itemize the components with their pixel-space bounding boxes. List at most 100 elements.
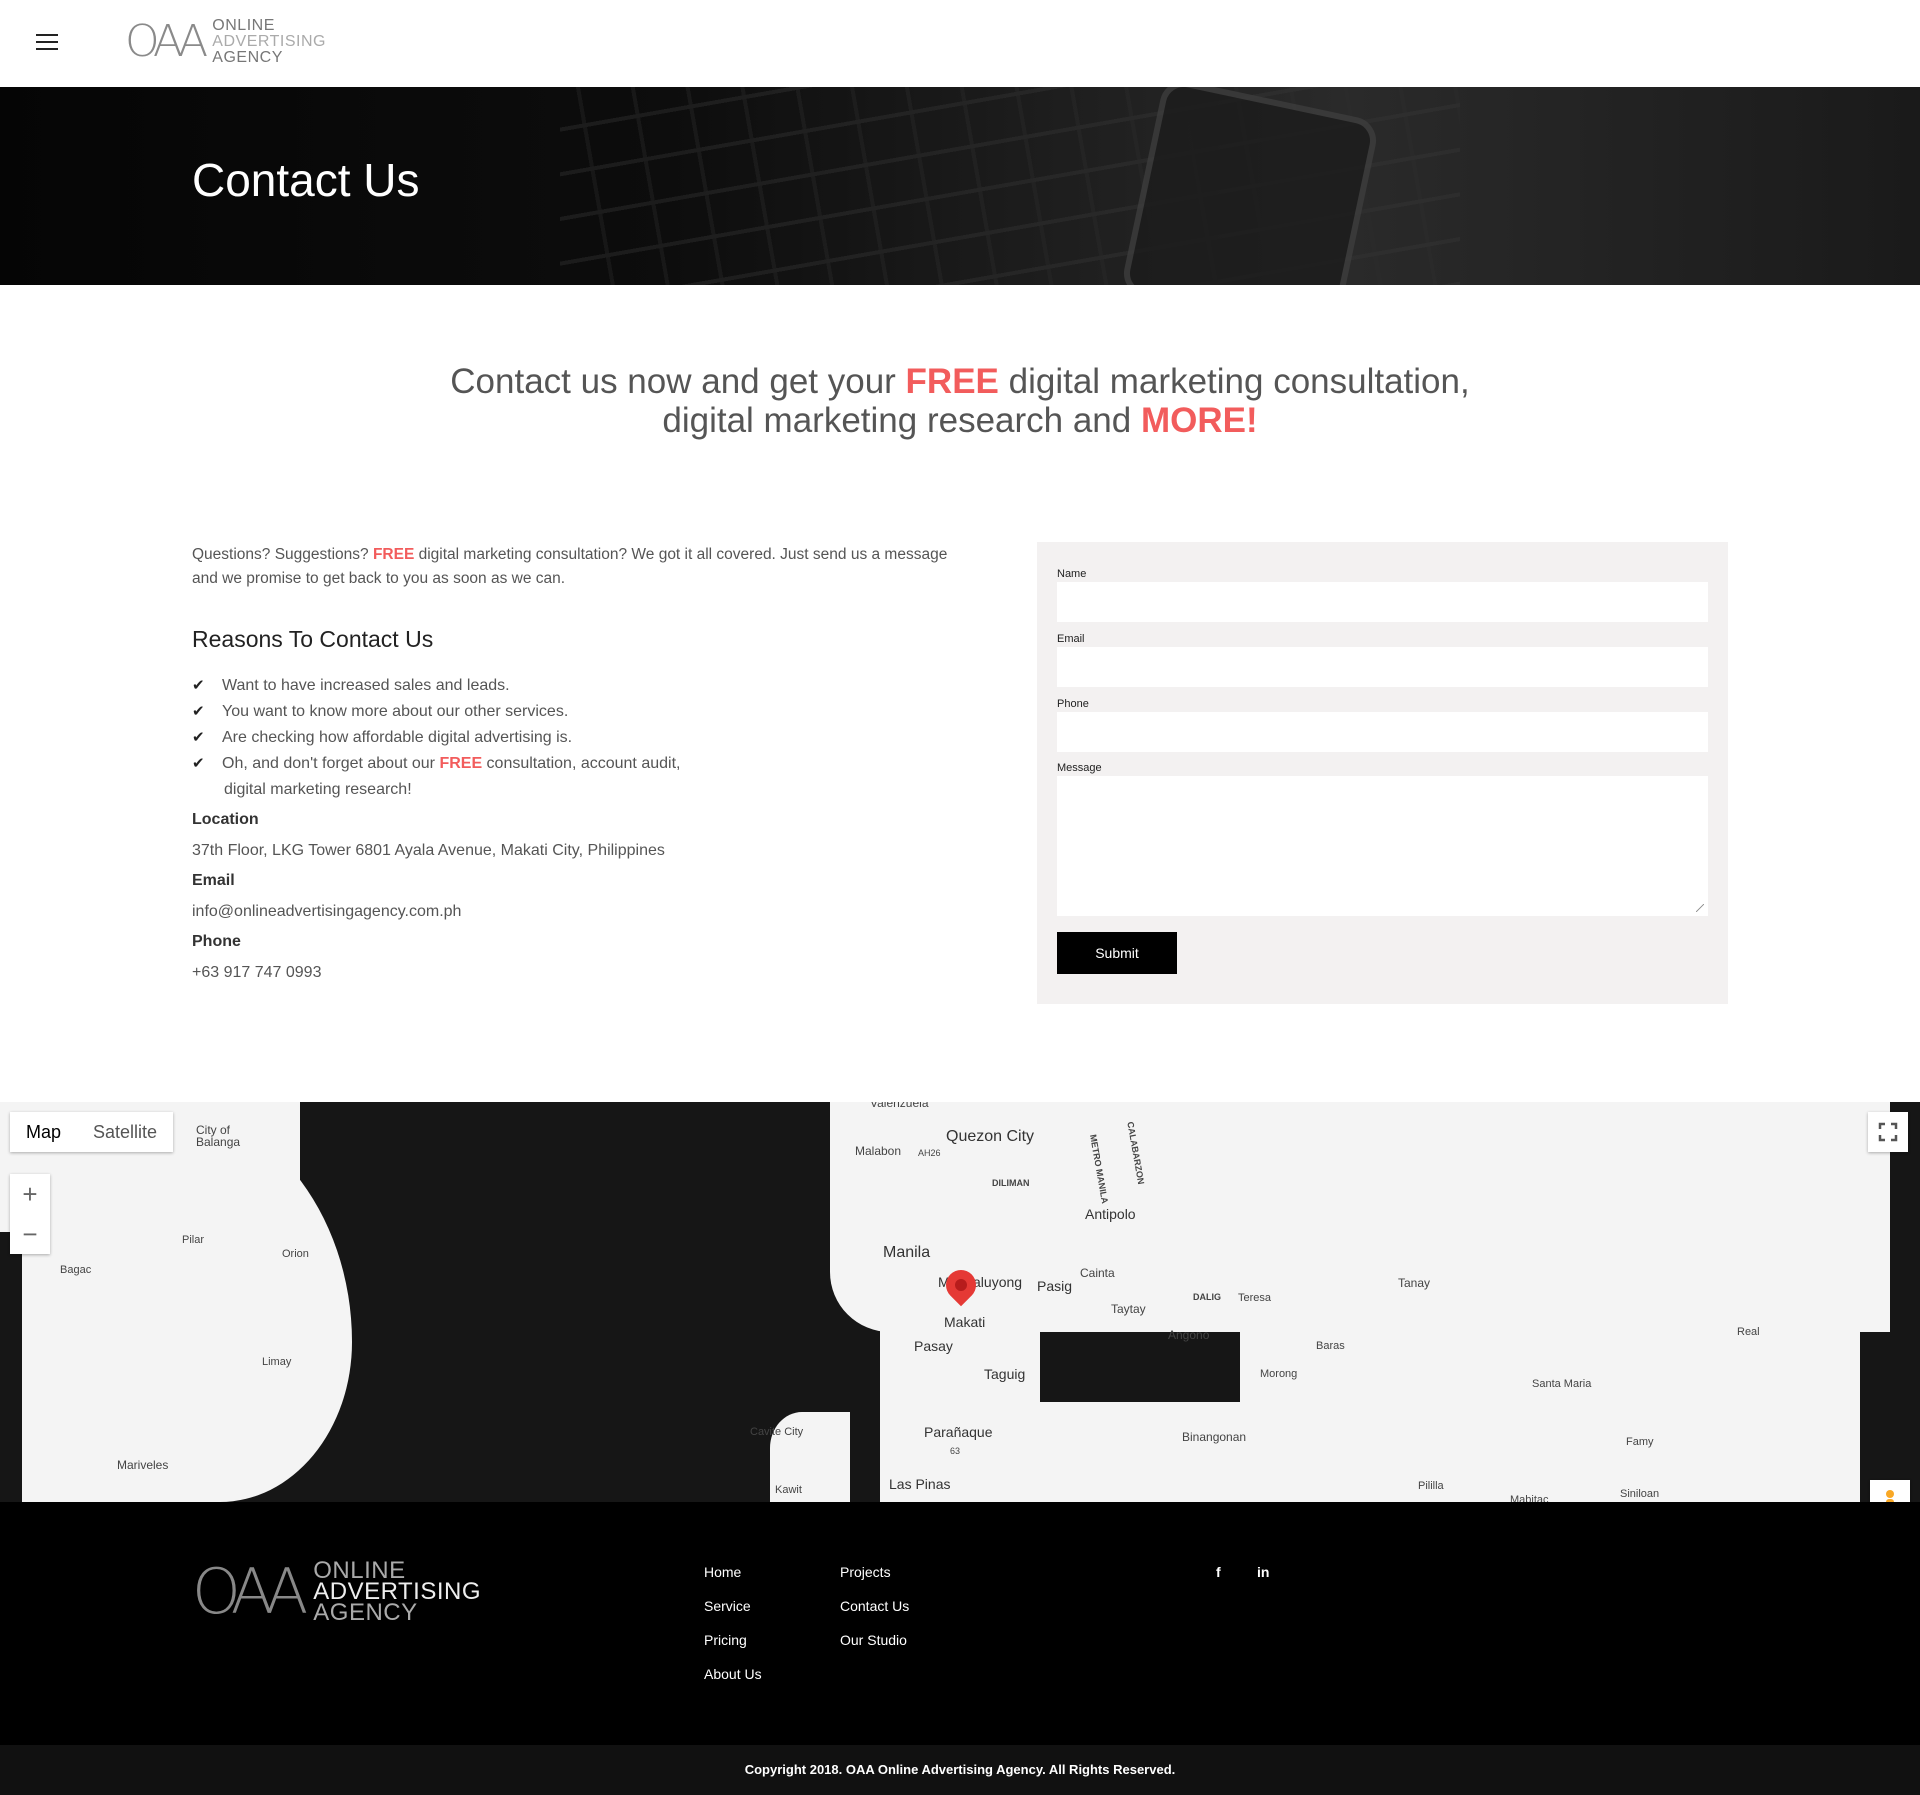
map-label: Pasig — [1037, 1278, 1073, 1294]
map-label: Valenzuela — [870, 1102, 929, 1110]
menu-icon[interactable] — [36, 34, 58, 50]
map-label: Taytay — [1111, 1302, 1146, 1316]
site-logo[interactable]: OAA ONLINE ADVERTISING AGENCY — [125, 18, 326, 66]
map-land-rizal — [1240, 1302, 1860, 1502]
map-label: Antipolo — [1085, 1206, 1136, 1222]
footer-link-pricing[interactable]: Pricing — [704, 1632, 747, 1648]
map-label: Orion — [282, 1248, 309, 1260]
map-label: Teresa — [1238, 1292, 1272, 1304]
map-label: Pililla — [1418, 1480, 1444, 1492]
map-label: Angono — [1168, 1328, 1210, 1342]
name-field[interactable] — [1057, 582, 1708, 622]
map-label: Santa Maria — [1532, 1378, 1592, 1390]
map-label: 63 — [950, 1446, 961, 1456]
map[interactable]: Valenzuela Quezon City Malabon AH26 DILI… — [0, 1102, 1920, 1502]
map-label: Las Pinas — [889, 1476, 951, 1492]
map-type-satellite[interactable]: Satellite — [77, 1112, 173, 1152]
location-value: 37th Floor, LKG Tower 6801 Ayala Avenue,… — [192, 842, 665, 859]
copyright: Copyright 2018. OAA Online Advertising A… — [0, 1745, 1920, 1795]
map-label: Binangonan — [1182, 1430, 1247, 1444]
footer-link-projects[interactable]: Projects — [840, 1564, 891, 1580]
site-footer: OAA ONLINE ADVERTISING AGENCY Home Servi… — [0, 1502, 1920, 1745]
pegman-icon[interactable] — [1870, 1480, 1910, 1502]
map-label: Kawit — [775, 1484, 802, 1496]
map-label: Pilar — [182, 1234, 205, 1246]
zoom-control: + − — [10, 1174, 50, 1254]
phone-value[interactable]: +63 917 747 0993 — [192, 964, 321, 982]
map-label: Malabon — [855, 1144, 902, 1158]
map-land-laguna — [1030, 1402, 1250, 1502]
email-value[interactable]: info@onlineadvertisingagency.com.ph — [192, 903, 461, 921]
map-label: City of Balanga — [196, 1123, 241, 1149]
map-type-map[interactable]: Map — [10, 1112, 77, 1152]
map-label: Baras — [1316, 1340, 1345, 1352]
location-label: Location — [192, 811, 259, 828]
map-label: Mariveles — [117, 1458, 169, 1472]
logo-mark: OAA — [192, 1554, 308, 1628]
footer-link-studio[interactable]: Our Studio — [840, 1632, 907, 1648]
hero-banner: Contact Us — [0, 87, 1920, 285]
map-label: Pasay — [914, 1338, 953, 1354]
reasons-list: ✔ Want to have increased sales and leads.… — [192, 673, 680, 803]
map-label: Tanay — [1398, 1276, 1431, 1290]
zoom-out-button[interactable]: − — [10, 1214, 50, 1254]
facebook-icon[interactable]: f — [1216, 1564, 1221, 1580]
linkedin-icon[interactable]: in — [1257, 1564, 1269, 1580]
footer-logo[interactable]: OAA ONLINE ADVERTISING AGENCY — [192, 1554, 482, 1628]
map-label: DILIMAN — [992, 1178, 1030, 1188]
phone-field[interactable] — [1057, 712, 1708, 752]
list-item: ✔ Want to have increased sales and leads. — [192, 673, 680, 699]
map-land-south — [880, 1302, 1040, 1502]
map-label: AH26 — [918, 1148, 941, 1158]
map-label: Makati — [944, 1314, 986, 1330]
map-label: Cainta — [1080, 1266, 1115, 1280]
map-label: Taguig — [984, 1366, 1026, 1382]
check-icon: ✔ — [192, 677, 205, 694]
phone-label: Phone — [1057, 698, 1089, 710]
map-label: Bagac — [60, 1264, 92, 1276]
email-label: Email — [192, 872, 235, 889]
name-label: Name — [1057, 568, 1087, 580]
resize-handle[interactable] — [1696, 904, 1704, 912]
email-label: Email — [1057, 633, 1085, 645]
list-item: ✔ Oh, and don't forget about our FREE con… — [192, 751, 680, 803]
reasons-title: Reasons To Contact Us — [192, 626, 434, 652]
footer-link-service[interactable]: Service — [704, 1598, 751, 1614]
fullscreen-icon[interactable] — [1868, 1112, 1908, 1152]
map-label: Limay — [262, 1356, 292, 1368]
intro-text: Questions? Suggestions? FREE digital mar… — [192, 546, 948, 587]
message-label: Message — [1057, 762, 1102, 774]
submit-button[interactable]: Submit — [1057, 932, 1177, 974]
message-field[interactable] — [1057, 776, 1708, 916]
check-icon: ✔ — [192, 729, 205, 746]
phone-image — [1119, 87, 1381, 285]
logo-text: ONLINE ADVERTISING AGENCY — [212, 17, 326, 66]
page-title: Contact Us — [192, 154, 420, 206]
check-icon: ✔ — [192, 755, 205, 772]
list-item: ✔ Are checking how affordable digital adv… — [192, 725, 680, 751]
map-label: Mabitac — [1510, 1494, 1549, 1502]
map-label: Manila — [883, 1244, 931, 1261]
map-type-control: Map Satellite — [10, 1112, 174, 1152]
map-label: Parañaque — [924, 1424, 993, 1440]
list-item: ✔ You want to know more about our other s… — [192, 699, 680, 725]
site-header: OAA ONLINE ADVERTISING AGENCY — [0, 0, 1920, 87]
footer-link-home[interactable]: Home — [704, 1564, 741, 1580]
footer-link-about[interactable]: About Us — [704, 1666, 762, 1682]
map-label: Cavite City — [750, 1426, 804, 1438]
contact-form: Name Email Phone Message Submit — [1037, 542, 1728, 1004]
zoom-in-button[interactable]: + — [10, 1174, 50, 1214]
map-label: Siniloan — [1620, 1488, 1660, 1500]
map-label: Real — [1737, 1326, 1760, 1338]
email-field[interactable] — [1057, 647, 1708, 687]
footer-link-contact[interactable]: Contact Us — [840, 1598, 909, 1614]
phone-label: Phone — [192, 933, 241, 950]
map-label: DALIG — [1193, 1292, 1221, 1302]
map-label: Morong — [1260, 1368, 1298, 1380]
logo-text: ONLINE ADVERTISING AGENCY — [313, 1557, 482, 1626]
headline: Contact us now and get your FREE digital… — [450, 362, 1470, 440]
logo-mark: OAA — [125, 16, 208, 67]
map-label: Famy — [1626, 1436, 1654, 1448]
map-label: Quezon City — [946, 1128, 1035, 1145]
check-icon: ✔ — [192, 703, 205, 720]
